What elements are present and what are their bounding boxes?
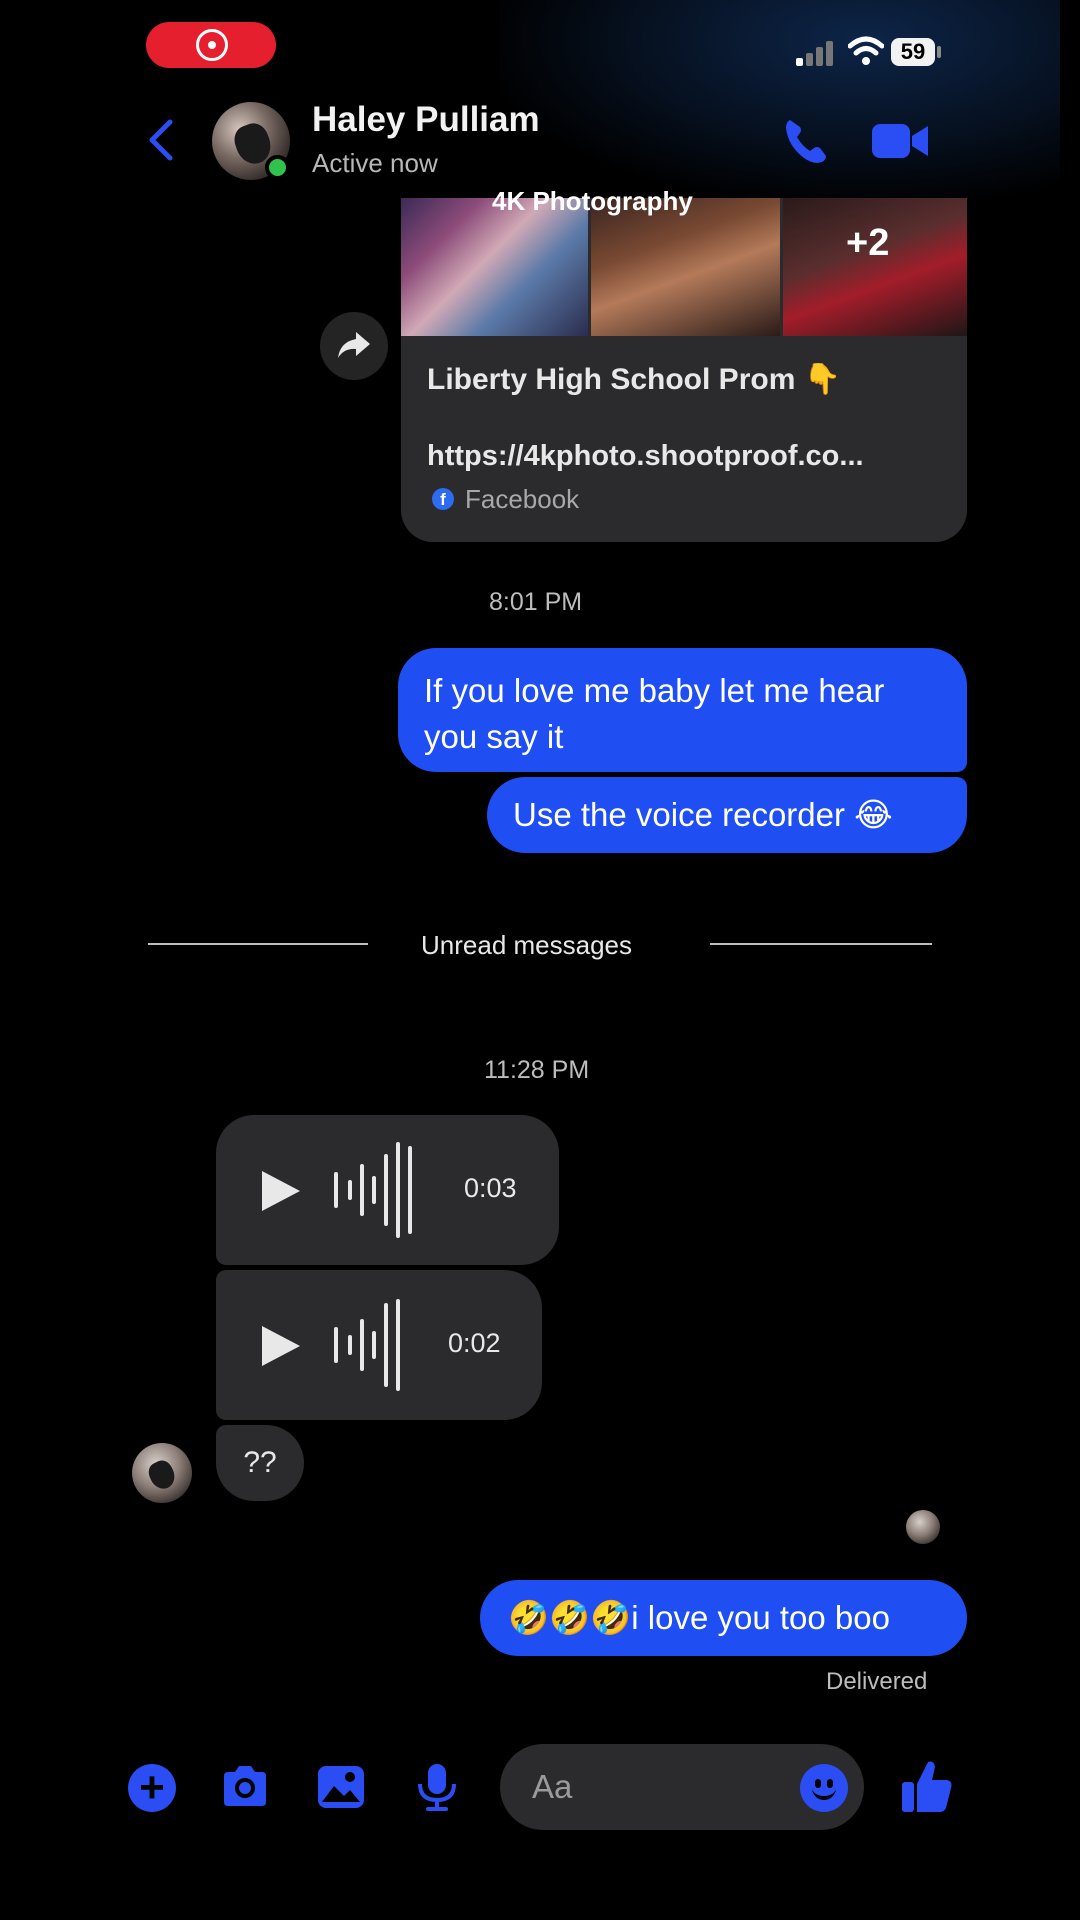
emoji-icon[interactable]: [800, 1764, 848, 1812]
link-url[interactable]: https://4kphoto.shootproof.co...: [427, 440, 864, 473]
contact-status: Active now: [312, 148, 438, 178]
link-source: Facebook: [465, 484, 580, 514]
camera-icon[interactable]: [220, 1762, 270, 1812]
phone-call-icon[interactable]: [782, 116, 830, 166]
thumbs-up-icon[interactable]: [900, 1758, 954, 1814]
sent-message-bubble[interactable]: 🤣🤣🤣i love you too boo: [480, 1580, 967, 1656]
message-input-placeholder[interactable]: Aa: [532, 1768, 572, 1806]
voice-duration: 0:03: [464, 1173, 517, 1203]
timestamp: 8:01 PM: [489, 588, 583, 616]
sent-message-bubble[interactable]: Use the voice recorder 😂: [487, 777, 967, 853]
microphone-icon[interactable]: [412, 1762, 462, 1812]
contact-avatar-small[interactable]: [132, 1443, 192, 1503]
battery-level: 59: [891, 38, 935, 66]
photo-caption: 4K Photography: [492, 186, 693, 216]
back-chevron-icon[interactable]: [144, 118, 178, 162]
forward-arrow-icon: [338, 332, 370, 358]
link-title: Liberty High School Prom 👇: [427, 363, 842, 396]
voice-duration: 0:02: [448, 1328, 501, 1358]
play-icon[interactable]: [262, 1326, 300, 1366]
unread-divider-line: [710, 943, 932, 945]
screen-recording-indicator[interactable]: [146, 22, 276, 68]
received-message-bubble[interactable]: ??: [216, 1425, 304, 1501]
record-icon: [196, 29, 228, 61]
prom-photo-2: [591, 198, 780, 336]
cellular-signal-icon: [796, 40, 836, 66]
link-photo-strip: [401, 198, 967, 336]
forward-button[interactable]: [320, 312, 388, 380]
timestamp: 11:28 PM: [484, 1056, 590, 1084]
facebook-icon: f: [432, 488, 454, 510]
prom-photo-3: [782, 198, 967, 336]
voice-message-bubble[interactable]: 0:03: [216, 1115, 559, 1265]
voice-message-bubble[interactable]: 0:02: [216, 1270, 542, 1420]
header-glow: [500, 0, 1060, 200]
video-call-icon[interactable]: [872, 122, 928, 160]
seen-receipt-avatar: [906, 1510, 940, 1544]
unread-divider-line: [148, 943, 368, 945]
gallery-icon[interactable]: [316, 1762, 366, 1812]
sent-message-bubble[interactable]: If you love me baby let me hear you say …: [398, 648, 967, 772]
prom-photo-1: [401, 198, 588, 336]
more-photos-count: +2: [846, 222, 890, 264]
play-icon[interactable]: [262, 1171, 300, 1211]
delivery-status: Delivered: [826, 1668, 928, 1695]
wifi-icon: [848, 36, 884, 65]
battery-tip: [937, 46, 941, 58]
unread-messages-label: Unread messages: [421, 930, 632, 960]
contact-name[interactable]: Haley Pulliam: [312, 100, 540, 140]
plus-icon[interactable]: +: [128, 1764, 176, 1812]
online-status-dot: [265, 155, 290, 180]
